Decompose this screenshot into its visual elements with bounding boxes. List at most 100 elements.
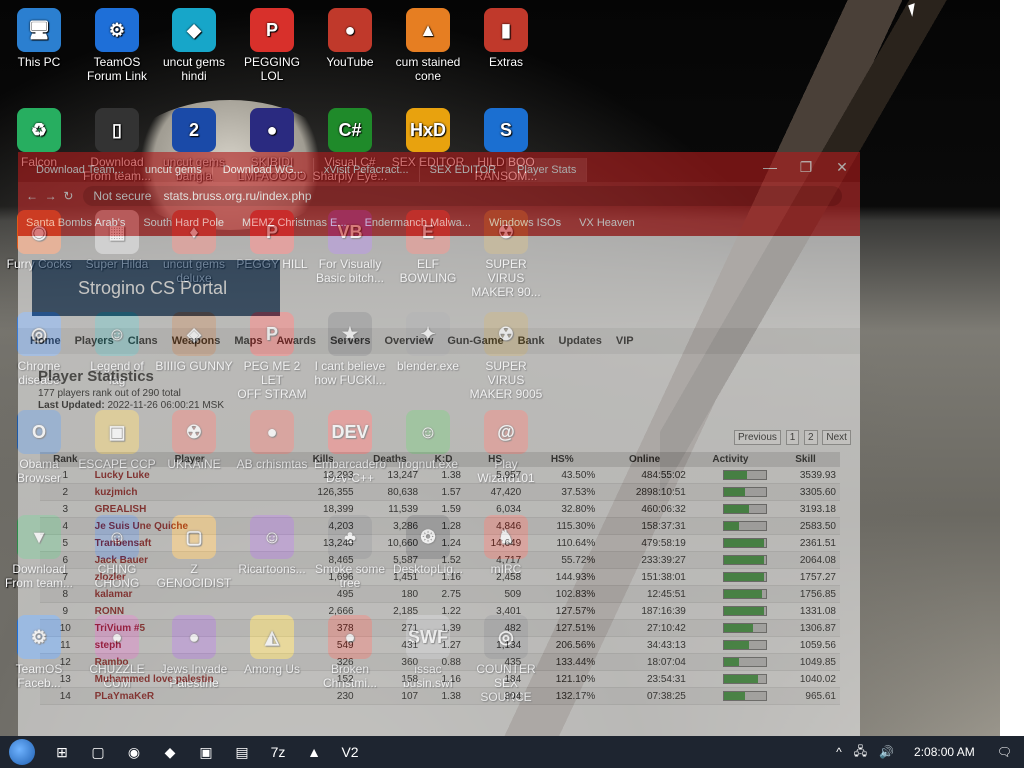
tray-expand-icon[interactable]: ^ bbox=[836, 745, 842, 759]
activity-bar bbox=[689, 653, 772, 671]
nav-item[interactable]: Maps bbox=[234, 335, 262, 347]
column-header[interactable]: HS% bbox=[525, 452, 600, 467]
column-header[interactable]: Kills bbox=[288, 452, 358, 467]
cell-player[interactable]: RONN bbox=[90, 602, 289, 620]
cell-player[interactable]: Rambo bbox=[90, 653, 289, 671]
desktop-icon[interactable]: ● YouTube bbox=[311, 8, 389, 69]
cell-player[interactable]: steph bbox=[90, 636, 289, 654]
nav-item[interactable]: Bank bbox=[518, 335, 545, 347]
desktop-icon[interactable]: ⚙ TeamOS Forum Link bbox=[78, 8, 156, 83]
bookmark-item[interactable]: MEMZ Christmas E... bbox=[242, 217, 347, 229]
table-row[interactable]: 13 Muhammed love palestin 152 158 1.16 184 121… bbox=[40, 670, 840, 688]
prev-page-button[interactable]: Previous bbox=[734, 430, 781, 445]
taskbar-app-icon[interactable]: ◆ bbox=[152, 736, 188, 768]
column-header[interactable]: Player bbox=[90, 452, 289, 467]
table-row[interactable]: 10 TriVium #5 378 271 1.39 482 127.51% 27:10:42… bbox=[40, 619, 840, 637]
taskbar-app-icon[interactable]: ▣ bbox=[188, 736, 224, 768]
desktop-icon[interactable]: 🖥 This PC bbox=[0, 8, 78, 69]
clock[interactable]: 2:08:00 AM bbox=[914, 745, 975, 759]
taskbar-app-icon[interactable]: ◉ bbox=[116, 736, 152, 768]
bookmark-item[interactable]: Endermanch Malwa... bbox=[365, 217, 471, 229]
table-row[interactable]: 4 Je Suis Une Quiche 4,203 3,286 1.28 4,846 11… bbox=[40, 517, 840, 535]
player-stats-table: Rank Player Kills Deaths K:D HS HS% Online Activ… bbox=[40, 452, 840, 705]
browser-tab[interactable]: Download Team... bbox=[26, 158, 135, 182]
cell-player[interactable]: kalamar bbox=[90, 585, 289, 603]
nav-item[interactable]: Servers bbox=[330, 335, 370, 347]
taskbar-app-icon[interactable]: ⊞ bbox=[44, 736, 80, 768]
maximize-button[interactable]: ❐ bbox=[788, 159, 824, 176]
browser-tab[interactable]: uncut gems bbox=[135, 158, 213, 182]
network-icon[interactable]: 🖧 bbox=[854, 742, 867, 763]
table-row[interactable]: 7 zlozler 1,696 1,451 1.16 2,458 144.93% 151:38… bbox=[40, 568, 840, 586]
volume-icon[interactable]: 🔊 bbox=[879, 745, 894, 759]
next-page-button[interactable]: Next bbox=[822, 430, 851, 445]
table-row[interactable]: 9 RONN 2,666 2,185 1.22 3,401 127.57% 187:16:39… bbox=[40, 602, 840, 620]
browser-tab[interactable]: SEX EDITOR bbox=[420, 158, 508, 182]
cell-player[interactable]: PLaYmaKeR bbox=[90, 687, 289, 705]
table-row[interactable]: 8 kalamar 495 180 2.75 509 102.83% 12:45:51 1756… bbox=[40, 585, 840, 603]
table-row[interactable]: 1 Lucky Luke 13,293 13,247 1.38 5,957 43.50% 48… bbox=[40, 467, 840, 484]
table-row[interactable]: 3 GREALISH 18,399 11,539 1.59 6,034 32.80% 460:… bbox=[40, 500, 840, 518]
bookmark-item[interactable]: Santa Bombs Arab's bbox=[26, 217, 125, 229]
cell-player[interactable]: kuzjmich bbox=[90, 483, 289, 501]
start-button[interactable] bbox=[0, 736, 44, 768]
cell-player[interactable]: GREALISH bbox=[90, 500, 289, 518]
table-row[interactable]: 11 steph 549 431 1.27 1,134 206.56% 34:43:13 105… bbox=[40, 636, 840, 654]
notifications-icon[interactable]: 🗨 bbox=[997, 745, 1012, 759]
table-row[interactable]: 2 kuzjmich 126,355 80,638 1.57 47,420 37.53% 28… bbox=[40, 483, 840, 501]
cell-player[interactable]: Muhammed love palestin bbox=[90, 670, 289, 688]
column-header[interactable]: Activity bbox=[689, 452, 772, 467]
browser-tab[interactable]: Player Stats bbox=[507, 158, 588, 182]
cell-player[interactable]: Tranbensaft bbox=[90, 534, 289, 552]
nav-item[interactable]: VIP bbox=[616, 335, 634, 347]
cell-player[interactable]: Jack Bauer bbox=[90, 551, 289, 569]
cell-player[interactable]: TriVium #5 bbox=[90, 619, 289, 637]
url-input[interactable]: Not secure stats.bruss.org.ru/index.php bbox=[83, 186, 842, 206]
page-2-button[interactable]: 2 bbox=[804, 430, 818, 445]
nav-item[interactable]: Updates bbox=[559, 335, 602, 347]
back-button[interactable]: ← bbox=[26, 189, 38, 203]
browser-tab[interactable]: Download WG... bbox=[213, 158, 314, 182]
browser-tab[interactable]: xVisit Pefacract... bbox=[314, 158, 420, 182]
cell-player[interactable]: zlozler bbox=[90, 568, 289, 586]
browser-window[interactable]: Download Team... uncut gems Download WG...… bbox=[18, 152, 860, 736]
bookmark-item[interactable]: Windows ISOs bbox=[489, 217, 561, 229]
desktop-icon[interactable]: ◆ uncut gems hindi bbox=[155, 8, 233, 83]
taskbar-app-icon[interactable]: 7z bbox=[260, 736, 296, 768]
nav-item[interactable]: Clans bbox=[128, 335, 158, 347]
nav-item[interactable]: Weapons bbox=[172, 335, 221, 347]
taskbar-app-icon[interactable]: ▲ bbox=[296, 736, 332, 768]
close-button[interactable]: ✕ bbox=[824, 159, 860, 176]
nav-item[interactable]: Gun-Game bbox=[447, 335, 503, 347]
cell-player[interactable]: Lucky Luke bbox=[90, 467, 289, 484]
column-header[interactable]: Deaths bbox=[357, 452, 423, 467]
taskbar-app-icon[interactable]: V2 bbox=[332, 736, 368, 768]
taskbar-app-icon[interactable]: ▢ bbox=[80, 736, 116, 768]
bookmark-item[interactable]: VX Heaven bbox=[579, 217, 635, 229]
nav-item[interactable]: Awards bbox=[277, 335, 317, 347]
bookmark-item[interactable]: South Hard Pole bbox=[143, 217, 224, 229]
table-row[interactable]: 12 Rambo 326 360 0.88 435 133.44% 18:07:04 1049.… bbox=[40, 653, 840, 671]
reload-button[interactable]: ↻ bbox=[63, 189, 73, 203]
column-header[interactable]: Online bbox=[599, 452, 690, 467]
column-header[interactable]: Rank bbox=[40, 452, 91, 467]
desktop-icon[interactable]: P PEGGING LOL bbox=[233, 8, 311, 83]
site-banner[interactable]: Strogino CS Portal bbox=[32, 260, 280, 316]
column-header[interactable]: Skill bbox=[771, 452, 840, 467]
column-header[interactable]: HS bbox=[464, 452, 526, 467]
nav-item[interactable]: Home bbox=[30, 335, 61, 347]
table-row[interactable]: 6 Jack Bauer 8,465 5,587 1.52 4,717 55.72% 233:… bbox=[40, 551, 840, 569]
taskbar-app-icon[interactable]: ▤ bbox=[224, 736, 260, 768]
cell-kills: 13,240 bbox=[288, 534, 358, 552]
table-row[interactable]: 14 PLaYmaKeR 230 107 1.38 304 132.17% 07:38:25 9… bbox=[40, 687, 840, 705]
forward-button[interactable]: → bbox=[45, 189, 57, 203]
nav-item[interactable]: Players bbox=[75, 335, 114, 347]
minimize-button[interactable]: — bbox=[752, 159, 788, 175]
cell-player[interactable]: Je Suis Une Quiche bbox=[90, 517, 289, 535]
page-1-button[interactable]: 1 bbox=[785, 430, 800, 445]
nav-item[interactable]: Overview bbox=[384, 335, 433, 347]
desktop-icon[interactable]: ▮ Extras bbox=[467, 8, 545, 69]
desktop-icon[interactable]: ▲ cum stained cone bbox=[389, 8, 467, 83]
column-header[interactable]: K:D bbox=[422, 452, 465, 467]
table-row[interactable]: 5 Tranbensaft 13,240 10,660 1.24 14,649 110.64… bbox=[40, 534, 840, 552]
